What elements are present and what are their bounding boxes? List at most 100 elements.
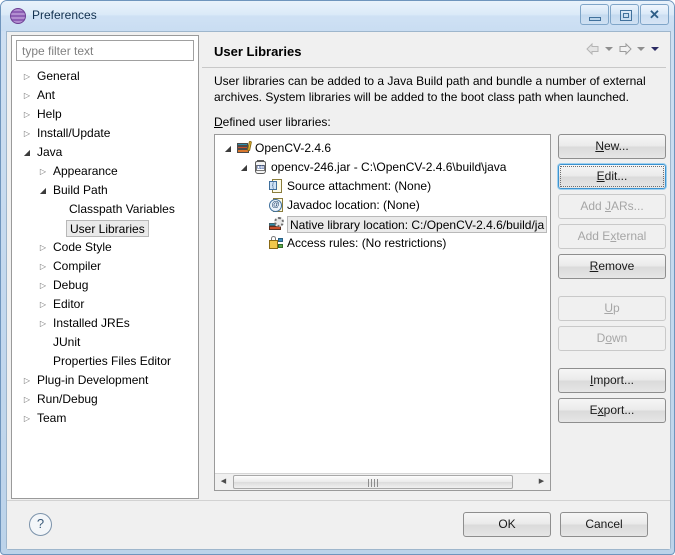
- user-libraries-page: User Libraries User libraries can be add…: [202, 35, 666, 499]
- sidebar-item-properties-files-editor[interactable]: Properties Files Editor: [12, 352, 198, 371]
- expand-arrow-icon[interactable]: ▷: [36, 238, 50, 257]
- add-external-jars-button: Add External JARs...: [558, 224, 666, 266]
- source-attachment-icon: {: [269, 179, 285, 194]
- expand-arrow-icon[interactable]: ▷: [20, 409, 34, 428]
- edit-button[interactable]: Edit...: [558, 164, 666, 189]
- preferences-dialog: Preferences ✕ type filter text ▷ General ▷…: [0, 0, 675, 555]
- import-button[interactable]: Import...: [558, 368, 666, 393]
- minimize-button[interactable]: [580, 4, 609, 25]
- back-arrow-icon[interactable]: [585, 41, 601, 57]
- library-tree[interactable]: ◢ OpenCV-2.4.6 ◢ 010 opencv-246.jar - C:\Ope…: [215, 139, 550, 253]
- expand-arrow-icon[interactable]: ▷: [20, 390, 34, 409]
- forward-arrow-icon[interactable]: [617, 41, 633, 57]
- cancel-button[interactable]: Cancel: [560, 512, 648, 537]
- button-group-spacer: [558, 284, 666, 296]
- new-button-label: New...: [595, 139, 629, 153]
- sidebar-item-ant[interactable]: ▷ Ant: [12, 86, 198, 105]
- expand-arrow-icon[interactable]: ▷: [36, 257, 50, 276]
- scroll-right-arrow-icon[interactable]: ▶: [533, 474, 550, 490]
- library-tree-item-label: OpenCV-2.4.6: [255, 141, 332, 155]
- sidebar-item-debug[interactable]: ▷ Debug: [12, 276, 198, 295]
- library-tree-item-label: Access rules: (No restrictions): [287, 236, 447, 250]
- sidebar-item-label: Plug-in Development: [37, 373, 149, 387]
- expand-arrow-icon[interactable]: ▷: [20, 67, 34, 86]
- sidebar-item-compiler[interactable]: ▷ Compiler: [12, 257, 198, 276]
- sidebar-item-label: Install/Update: [37, 126, 111, 140]
- expand-arrow-icon[interactable]: ▷: [36, 295, 50, 314]
- expand-arrow-icon[interactable]: ▷: [20, 86, 34, 105]
- minimize-icon: [589, 17, 601, 21]
- sidebar-item-label: General: [37, 69, 80, 83]
- expand-arrow-icon[interactable]: ▷: [36, 314, 50, 333]
- library-tree-item-label: Native library location: C:/OpenCV-2.4.6…: [287, 216, 548, 233]
- filter-input[interactable]: type filter text: [16, 40, 194, 61]
- defined-label-mnemonic: D: [214, 115, 223, 129]
- page-title: User Libraries: [214, 44, 302, 59]
- library-tree-item[interactable]: Native library location: C:/OpenCV-2.4.6…: [215, 215, 550, 234]
- javadoc-icon: @: [269, 198, 285, 213]
- restore-icon: [620, 10, 632, 21]
- horizontal-scrollbar[interactable]: ◀ ▶: [215, 473, 550, 490]
- expand-arrow-icon[interactable]: ▷: [20, 371, 34, 390]
- sidebar-item-plug-in-development[interactable]: ▷ Plug-in Development: [12, 371, 198, 390]
- preference-tree[interactable]: ▷ General ▷ Ant ▷ Help ▷ Install/Update ◢ Java ▷ Ap…: [12, 67, 198, 497]
- expand-arrow-icon[interactable]: ▷: [36, 162, 50, 181]
- sidebar-item-label: JUnit: [53, 335, 81, 349]
- new-button[interactable]: New...: [558, 134, 666, 159]
- sidebar-item-java[interactable]: ◢ Java: [12, 143, 198, 162]
- scrollbar-thumb[interactable]: [233, 475, 513, 489]
- window-title: Preferences: [32, 8, 97, 22]
- sidebar-item-build-path[interactable]: ◢ Build Path: [12, 181, 198, 200]
- defined-libraries-list[interactable]: ◢ OpenCV-2.4.6 ◢ 010 opencv-246.jar - C:\Ope…: [214, 134, 551, 491]
- sidebar-item-label: Classpath Variables: [69, 202, 175, 216]
- collapse-arrow-icon[interactable]: ◢: [36, 181, 50, 200]
- library-tree-item[interactable]: ◢ OpenCV-2.4.6: [215, 139, 550, 158]
- library-tree-item[interactable]: @ Javadoc location: (None): [215, 196, 550, 215]
- sidebar-item-appearance[interactable]: ▷ Appearance: [12, 162, 198, 181]
- expand-arrow-icon[interactable]: ▷: [20, 105, 34, 124]
- title-bar: Preferences ✕: [1, 1, 674, 31]
- sidebar-item-label: Compiler: [53, 259, 102, 273]
- export-button[interactable]: Export...: [558, 398, 666, 423]
- expand-arrow-icon[interactable]: ▷: [20, 124, 34, 143]
- view-menu-caret-icon[interactable]: [649, 41, 661, 57]
- sidebar-item-user-libraries[interactable]: User Libraries: [12, 219, 198, 238]
- scroll-left-arrow-icon[interactable]: ◀: [215, 474, 232, 490]
- add-jars-button-label: Add JARs...: [580, 199, 644, 213]
- sidebar-item-label: Team: [37, 411, 67, 425]
- sidebar-item-run-debug[interactable]: ▷ Run/Debug: [12, 390, 198, 409]
- sidebar-item-junit[interactable]: JUnit: [12, 333, 198, 352]
- sidebar-item-label: Installed JREs: [53, 316, 130, 330]
- sidebar-item-team[interactable]: ▷ Team: [12, 409, 198, 428]
- sidebar-item-help[interactable]: ▷ Help: [12, 105, 198, 124]
- down-button: Down: [558, 326, 666, 351]
- page-nav-controls: [584, 41, 662, 57]
- library-tree-item[interactable]: ◢ 010 opencv-246.jar - C:\OpenCV-2.4.6\bui…: [215, 158, 550, 177]
- close-button[interactable]: ✕: [640, 4, 669, 25]
- sidebar-item-editor[interactable]: ▷ Editor: [12, 295, 198, 314]
- forward-dropdown-icon[interactable]: [635, 41, 647, 57]
- sidebar-item-label: Run/Debug: [37, 392, 98, 406]
- add-jars-button: Add JARs...: [558, 194, 666, 219]
- restore-button[interactable]: [610, 4, 639, 25]
- up-button-label: Up: [604, 301, 620, 315]
- library-tree-item[interactable]: Access rules: (No restrictions): [215, 234, 550, 253]
- ok-button[interactable]: OK: [463, 512, 551, 537]
- expand-arrow-icon[interactable]: ▷: [36, 276, 50, 295]
- library-tree-item[interactable]: {Source attachment: (None): [215, 177, 550, 196]
- collapse-arrow-icon[interactable]: ◢: [221, 139, 235, 158]
- help-icon[interactable]: ?: [29, 513, 52, 536]
- back-dropdown-icon[interactable]: [603, 41, 615, 57]
- remove-button[interactable]: Remove: [558, 254, 666, 279]
- sidebar-item-install-update[interactable]: ▷ Install/Update: [12, 124, 198, 143]
- sidebar-item-label: Ant: [37, 88, 56, 102]
- collapse-arrow-icon[interactable]: ◢: [237, 158, 251, 177]
- sidebar-item-code-style[interactable]: ▷ Code Style: [12, 238, 198, 257]
- scrollbar-grip-icon: [368, 479, 378, 487]
- sidebar-item-classpath-variables[interactable]: Classpath Variables: [12, 200, 198, 219]
- library-tree-item-label: opencv-246.jar - C:\OpenCV-2.4.6\build\j…: [271, 160, 507, 174]
- sidebar-item-installed-jres[interactable]: ▷ Installed JREs: [12, 314, 198, 333]
- sidebar-item-general[interactable]: ▷ General: [12, 67, 198, 86]
- collapse-arrow-icon[interactable]: ◢: [20, 143, 34, 162]
- library-actions: New... Edit... Add JARs... Add External JAR…: [558, 134, 666, 428]
